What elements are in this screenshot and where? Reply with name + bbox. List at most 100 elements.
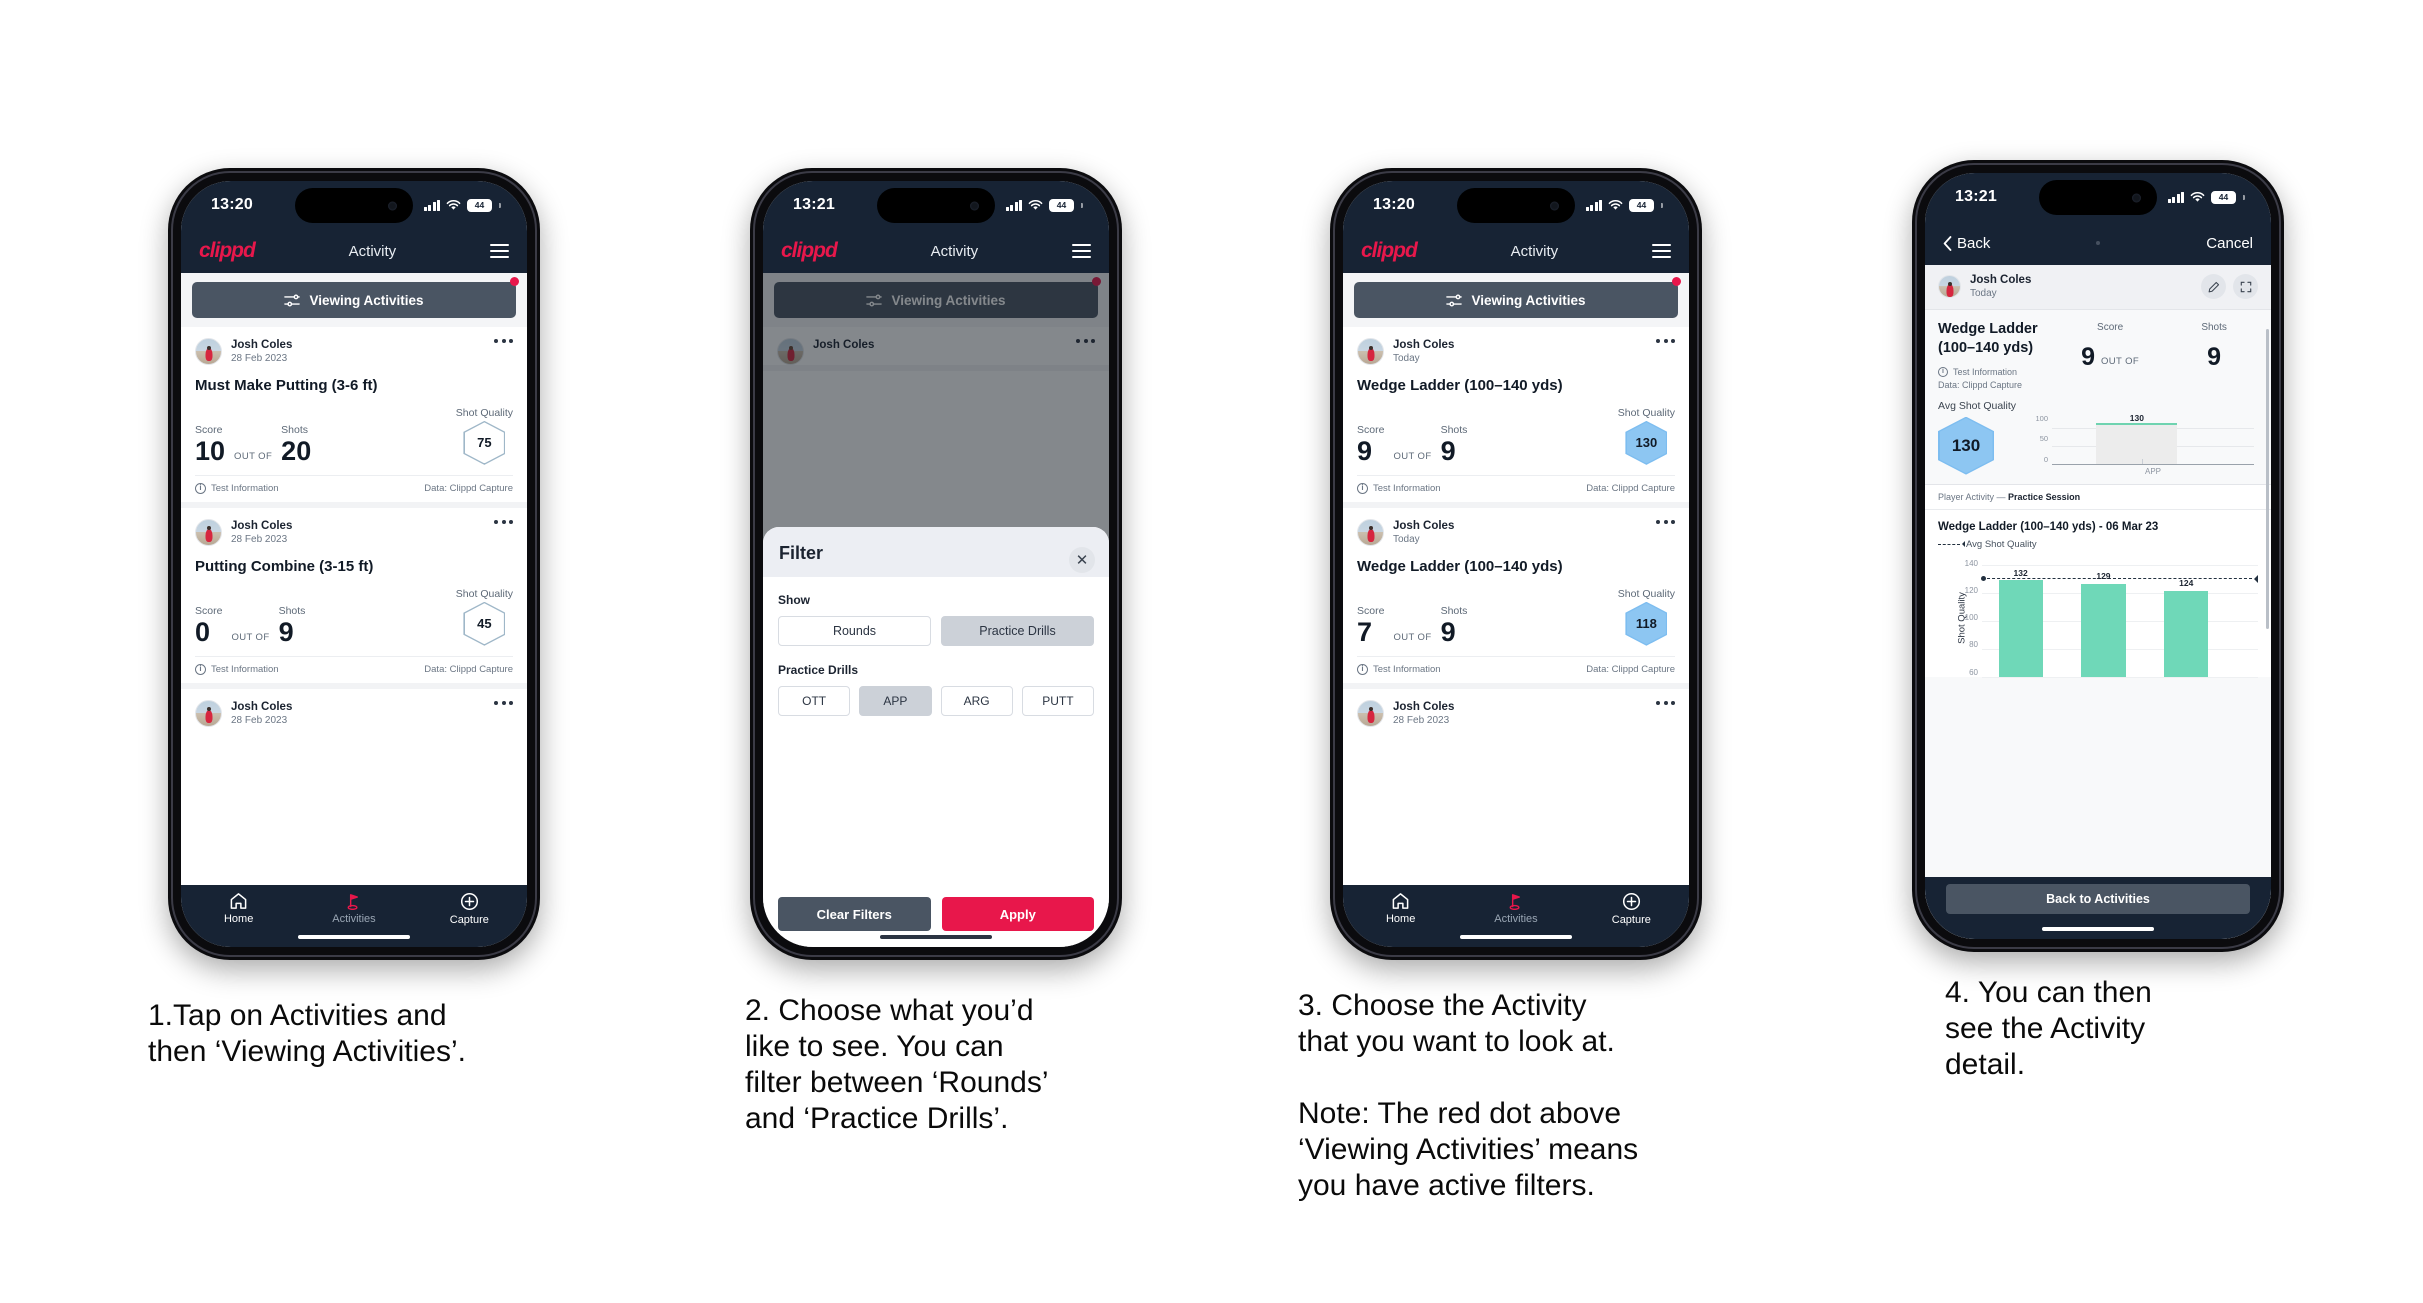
battery-tip (499, 202, 501, 208)
close-icon[interactable]: ✕ (1069, 547, 1095, 573)
activity-card[interactable]: Josh Coles 28 Feb 2023 Putting Combine (… (181, 507, 527, 689)
tab-activities[interactable]: Activities (1459, 892, 1573, 925)
activity-list: Viewing Activities Josh Coles Today Wedg… (1343, 273, 1689, 885)
shot-quality-label: Shot Quality (455, 587, 513, 600)
detail-title-block: Wedge Ladder (100–140 yds) i Test Inform… (1938, 320, 2050, 390)
activity-card[interactable]: Josh Coles Today Wedge Ladder (100–140 y… (1343, 327, 1689, 508)
filter-modal: Filter ✕ Show Rounds Practice Drills Pra… (763, 527, 1109, 947)
avatar (195, 699, 222, 727)
more-options-icon[interactable] (1656, 519, 1675, 524)
mini-ytick-0: 0 (2043, 454, 2049, 464)
clear-filters-button[interactable]: Clear Filters (778, 897, 931, 931)
ytick-60: 60 (1969, 667, 1978, 677)
shot-quality-label: Shot Quality (1617, 587, 1675, 600)
caption-step-2: 2. Choose what you’d like to see. You ca… (745, 994, 1049, 1135)
activity-card[interactable]: Josh Coles 28 Feb 2023 Must Make Putting… (181, 327, 527, 508)
chevron-left-icon (1943, 235, 1952, 251)
mini-chart-y-axis: 100 50 0 (2026, 414, 2049, 464)
home-icon (1392, 893, 1409, 909)
tab-home[interactable]: Home (182, 892, 296, 925)
detail-test-information[interactable]: i Test Information (1938, 366, 2050, 377)
show-option-practice-drills[interactable]: Practice Drills (941, 616, 1094, 646)
detail-actions (2201, 274, 2258, 300)
menu-icon[interactable] (1651, 244, 1671, 258)
info-icon: i (1938, 366, 1948, 377)
drill-option-ott[interactable]: OTT (778, 686, 851, 716)
drill-option-arg[interactable]: ARG (940, 686, 1013, 716)
test-information[interactable]: i Test Information (195, 482, 279, 494)
tab-capture[interactable]: Capture (412, 892, 526, 926)
back-button[interactable]: Back (1943, 235, 1990, 252)
viewing-activities-button[interactable]: Viewing Activities (1354, 282, 1678, 318)
test-information[interactable]: i Test Information (195, 663, 279, 675)
edit-button[interactable] (2201, 274, 2226, 300)
activity-card[interactable]: Josh Coles 28 Feb 2023 (181, 688, 527, 728)
avatar (1938, 275, 1961, 299)
detail-stats: Score 9 OUT OF Shots 9 (2050, 320, 2258, 390)
bar-1 (1998, 580, 2043, 677)
filter-bar-wrap: Viewing Activities (181, 273, 527, 327)
cancel-button[interactable]: Cancel (2206, 235, 2253, 252)
more-options-icon[interactable] (494, 339, 513, 343)
clippd-logo[interactable]: clippd (781, 239, 838, 263)
phone-4-screen: 13:21 44 Back Cancel Josh Coles Today We… (1925, 173, 2271, 939)
card-user: Josh Coles 28 Feb 2023 (231, 519, 292, 547)
menu-icon[interactable] (1071, 244, 1091, 258)
score-block: Score 7 (1357, 605, 1384, 646)
drill-option-putt[interactable]: PUTT (1021, 686, 1094, 716)
card-stats: Score 7 OUT OF Shots 9 Shot Quality 118 (1357, 588, 1675, 656)
show-option-rounds[interactable]: Rounds (778, 616, 931, 646)
activity-card[interactable]: Josh Coles Today Wedge Ladder (100–140 y… (1343, 507, 1689, 689)
expand-button[interactable] (2233, 274, 2258, 300)
status-bar: 13:20 44 (1343, 181, 1689, 229)
score-label: Score (2097, 321, 2124, 333)
bar-2-value: 129 (2096, 571, 2111, 582)
shots-value: 20 (281, 435, 312, 466)
tab-capture[interactable]: Capture (1574, 892, 1688, 926)
dynamic-island (1457, 188, 1575, 223)
detail-user: Josh Coles Today (1970, 273, 2031, 301)
shots-value: 9 (2207, 342, 2222, 371)
user-name: Josh Coles (1393, 339, 1455, 351)
more-options-icon[interactable] (1656, 700, 1675, 705)
more-options-icon[interactable] (494, 700, 513, 705)
apply-button[interactable]: Apply (941, 897, 1094, 931)
test-information-label: Test Information (211, 482, 279, 494)
shot-quality-bar-chart: Shot Quality 140 120 100 80 60 132 129 1… (1938, 559, 2258, 678)
clippd-logo[interactable]: clippd (1361, 239, 1418, 263)
mini-bar-app (2096, 424, 2178, 464)
card-footer: i Test Information Data: Clippd Capture (195, 655, 513, 683)
shots-label: Shots (1440, 423, 1468, 436)
shot-quality-chart-block: Wedge Ladder (100–140 yds) - 06 Mar 23 A… (1925, 509, 2271, 678)
more-options-icon[interactable] (494, 519, 513, 524)
test-information-label: Test Information (211, 663, 279, 675)
phone-1-screen: 13:20 44 clippd Activity Viewing Activit… (181, 181, 527, 947)
drill-option-app[interactable]: APP (859, 686, 932, 716)
tab-activities-label: Activities (332, 913, 376, 925)
score-value: 0 (195, 616, 211, 647)
user-name: Josh Coles (1393, 519, 1455, 532)
bar-2 (2081, 584, 2126, 677)
player-activity-name: Practice Session (2008, 491, 2081, 502)
bar-3-value: 124 (2179, 578, 2194, 589)
viewing-activities-button[interactable]: Viewing Activities (192, 282, 516, 318)
activity-title: Putting Combine (3-15 ft) (195, 557, 374, 575)
signal-icon (1585, 199, 1602, 211)
score-label: Score (195, 423, 223, 436)
test-information[interactable]: i Test Information (1357, 482, 1441, 494)
tab-home[interactable]: Home (1344, 892, 1458, 925)
bottom-tab-bar: Home Activities Capture (181, 885, 527, 947)
menu-icon[interactable] (489, 244, 509, 258)
back-to-activities-button[interactable]: Back to Activities (1945, 884, 2251, 914)
tab-activities[interactable]: Activities (297, 892, 411, 925)
more-options-icon[interactable] (1656, 339, 1675, 343)
score-value: 10 (195, 435, 226, 466)
test-information[interactable]: i Test Information (1357, 663, 1441, 675)
activity-card[interactable]: Josh Coles 28 Feb 2023 (1343, 688, 1689, 728)
scrollbar[interactable] (2266, 329, 2269, 629)
show-options: Rounds Practice Drills (778, 616, 1094, 646)
card-user: Josh Coles 28 Feb 2023 (231, 338, 292, 366)
clippd-logo[interactable]: clippd (199, 239, 256, 263)
detail-test-information-label: Test Information (1953, 366, 2018, 377)
card-header: Josh Coles 28 Feb 2023 (1357, 699, 1675, 728)
